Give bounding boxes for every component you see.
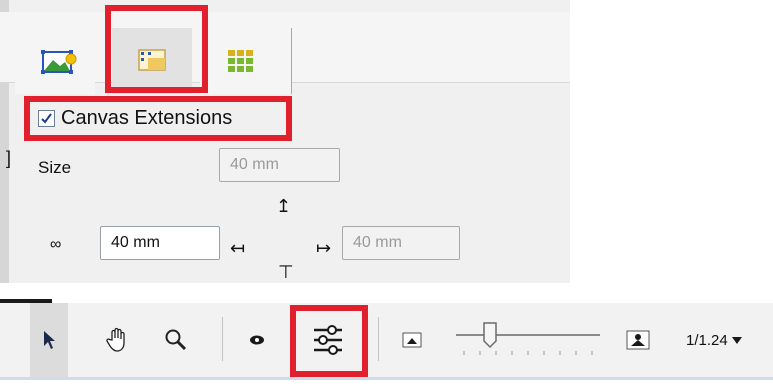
preview-button[interactable]	[240, 303, 274, 377]
link-icon[interactable]: ∞	[50, 236, 61, 254]
tab-image[interactable]	[15, 28, 95, 94]
grid-icon	[228, 50, 253, 72]
tab-grid[interactable]	[200, 28, 292, 94]
checkmark-icon	[41, 112, 52, 124]
triangle-down-icon	[731, 337, 742, 344]
image-icon	[41, 50, 77, 74]
size-field[interactable]: 40 mm	[219, 148, 340, 182]
zoom-icon	[165, 329, 187, 351]
bracket-mark: ]	[6, 148, 12, 168]
canvas-extensions-icon	[138, 49, 166, 71]
slider-track	[456, 322, 600, 355]
small-image-icon	[402, 332, 422, 348]
hand-tool-button[interactable]	[98, 303, 138, 377]
canvas-extensions-label: Canvas Extensions	[61, 106, 233, 129]
eye-icon	[250, 335, 264, 345]
select-arrow-icon	[44, 331, 55, 349]
view-toolbar: 1/1.24	[0, 303, 773, 380]
panel-tab-bar	[0, 12, 570, 94]
adjust-settings-button[interactable]	[292, 303, 364, 377]
right-field[interactable]: 40 mm	[342, 226, 460, 260]
left-arrow-icon: ↤	[230, 238, 246, 258]
toolbar-separator	[378, 317, 379, 361]
adjust-sliders-icon	[314, 325, 342, 355]
width-field[interactable]: 40 mm	[100, 226, 220, 260]
thumbnail-size-slider[interactable]	[454, 321, 602, 361]
size-label: Size	[38, 158, 72, 177]
large-image-icon	[626, 330, 650, 350]
hand-icon	[106, 327, 125, 352]
top-arrow-icon: ↥	[276, 196, 292, 216]
bottom-arrow-icon: ⊤	[278, 262, 294, 282]
zoom-tool-button[interactable]	[156, 303, 196, 377]
zoom-level-value: 1/1.24	[686, 331, 728, 349]
canvas-settings-panel: Canvas Extensions ] Size 40 mm ↥ ∞ 40 mm…	[0, 0, 570, 283]
canvas-extensions-checkbox[interactable]	[38, 109, 55, 127]
small-thumbnail-button[interactable]	[398, 303, 426, 377]
large-thumbnail-button[interactable]	[622, 303, 654, 377]
tab-canvas-extensions[interactable]	[112, 28, 192, 94]
zoom-level-dropdown[interactable]: 1/1.24	[686, 303, 743, 377]
toolbar-separator	[222, 317, 223, 361]
right-arrow-icon: ↦	[316, 238, 332, 258]
canvas-extensions-row[interactable]: Canvas Extensions	[30, 97, 232, 139]
select-tool-button[interactable]	[30, 303, 68, 377]
